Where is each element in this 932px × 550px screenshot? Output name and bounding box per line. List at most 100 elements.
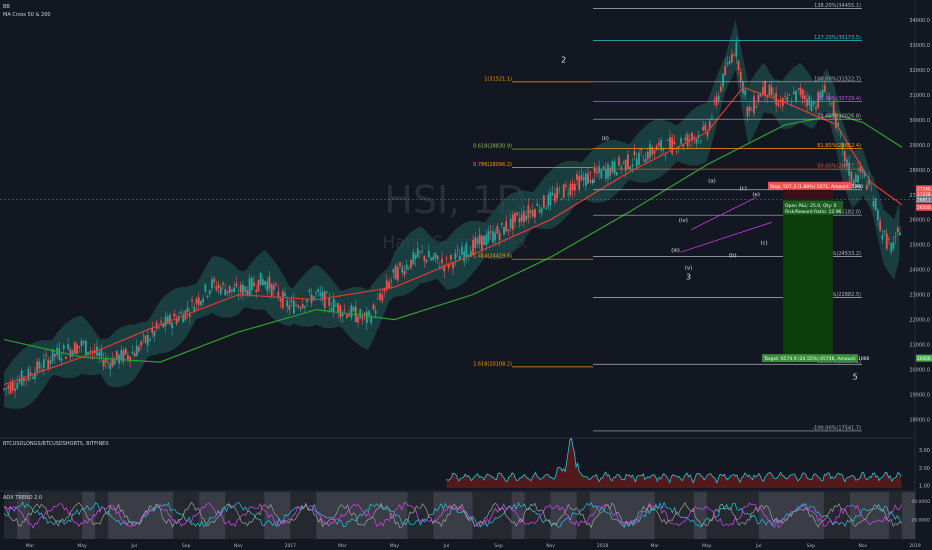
candle-body [536,203,539,206]
candle-body [615,172,618,176]
candle-body [589,171,592,173]
candle-body [279,298,282,302]
time-axis-label: Sep [807,543,816,549]
candle-body [235,283,238,287]
candle-body [246,289,249,295]
price-axis-tick: 31000.0 [909,93,930,99]
price-axis-tick: 32000.0 [909,68,930,74]
candle-body [874,198,877,211]
candle-body [281,291,284,308]
candle-body [303,306,306,308]
bb-indicator-label[interactable]: BB [3,4,10,10]
candle-body [65,356,67,359]
candle-body [717,95,720,102]
candle-body [297,305,300,308]
fib-level-label: 138.20%(34455.1) [814,3,861,9]
price-axis-tick: 28000.0 [909,168,930,174]
chart-root: HSI, 1DHang Seng Index138.20%(34455.1)12… [0,0,932,550]
candle-body [286,300,289,307]
candle-body [330,308,333,311]
adx-background-bar [875,492,890,539]
wave-label: (iv) [679,218,688,224]
candle-body [662,148,665,151]
candle-body [737,60,740,71]
candle-body [520,214,523,222]
candle-body [540,207,543,214]
candle-body [478,234,481,245]
candle-body [299,308,302,309]
candle-body [257,279,260,292]
adx-background-bar [654,492,669,539]
candle-body [531,210,534,217]
sub2-group [3,492,916,539]
candle-body [120,349,123,361]
candle-body [405,264,408,270]
price-axis-tick: 33000.0 [909,43,930,49]
candle-body [18,379,21,383]
adx-background-bar [589,492,603,539]
time-axis-label: Nov [859,543,868,549]
candle-body [323,291,326,309]
candle-body [160,320,162,323]
candle-body [651,147,654,155]
candle-body [896,227,899,233]
candle-body [534,209,536,218]
candle-body [764,80,766,97]
adx-background-bar [901,492,916,539]
wave-label: 2 [561,55,566,64]
candle-body [133,353,136,357]
candle-body [73,342,76,354]
ma-cross-indicator-label[interactable]: MA Cross 50 & 200 [3,12,51,18]
candle-body [164,316,167,327]
candle-body [719,86,722,92]
candle-body [98,352,101,357]
candle-body [485,234,488,246]
time-axis-label: May [77,543,87,549]
sub2-title[interactable]: ADX TREND 2.0 [3,495,42,501]
price-axis-tick: 22000.0 [909,318,930,324]
adx-background-bar [758,492,773,539]
sub2-axis-tick: 20.0000 [911,518,930,524]
adx-background-bar [550,492,564,539]
candle-body [673,141,676,145]
candle-body [425,259,428,262]
candle-body [843,151,846,161]
candle-body [140,341,143,346]
candle-body [290,300,293,303]
candle-body [675,151,678,152]
time-axis-label: 2019 [909,543,921,549]
candle-body [777,102,780,107]
candle-body [379,293,382,300]
candle-body [633,150,636,156]
candle-body [9,382,12,394]
sub1-title[interactable]: BTCUSDLONGS/BTCUSDSHORTS, BITFINEX [3,441,109,447]
candle-body [885,233,888,249]
chart-canvas[interactable]: HSI, 1DHang Seng Index138.20%(34455.1)12… [0,0,932,550]
time-axis-label: Mar [26,543,35,549]
candle-body [206,295,209,297]
candle-body [434,252,437,258]
adx-background-bar [56,492,70,539]
candle-body [525,215,528,221]
candle-body [523,211,525,223]
candle-body [724,66,727,76]
candle-body [815,107,817,110]
candle-body [516,212,519,216]
candle-body [518,217,521,223]
candle-body [288,305,291,310]
fib-extension-label: 0.786(28096.2) [473,162,512,168]
candle-body [186,307,189,312]
candle-body [410,259,412,269]
candle-body [795,90,797,101]
candle-body [496,226,499,234]
candle-body [392,268,395,273]
candle-body [135,345,138,357]
candle-body [600,170,603,179]
candle-body [753,96,755,114]
candle-body [191,299,193,302]
candle-body [419,251,421,253]
candle-body [671,137,674,154]
candle-body [115,350,118,359]
candle-body [854,174,857,182]
candle-body [576,173,578,181]
